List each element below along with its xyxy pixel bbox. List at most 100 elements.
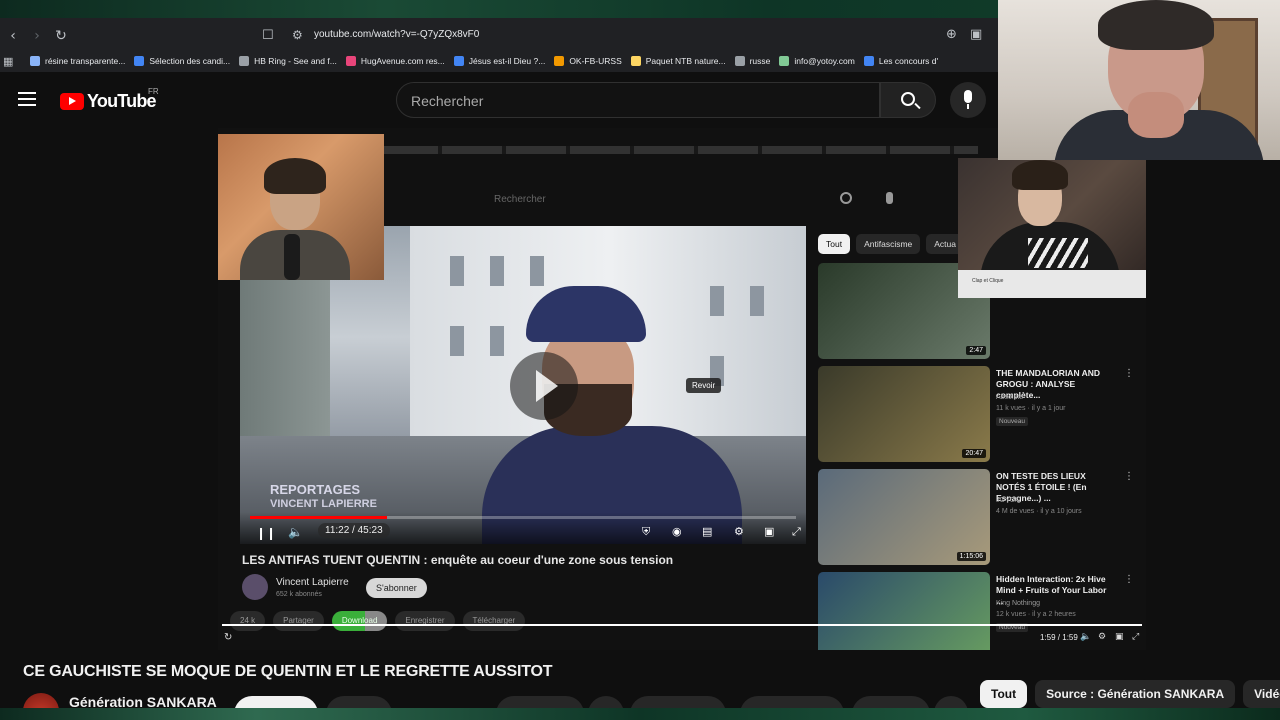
volume-icon-outer[interactable]: 🔈	[1080, 632, 1091, 642]
bookmark-favicon-icon	[30, 56, 40, 66]
screen: ‹ › ↻ ☐ ⚙ youtube.com/watch?v=-Q7yZQx8vF…	[0, 0, 1280, 720]
miniplayer-icon[interactable]: ▣	[764, 525, 774, 538]
country-code: FR	[148, 87, 159, 96]
inner-chip-bar: Tout Antifascisme Actua	[818, 234, 970, 254]
recommendation-thumbnail: 1:15:06	[818, 469, 990, 565]
bookmark-item[interactable]: HugAvenue.com res...	[345, 56, 445, 66]
youtube-logo[interactable]: YouTube	[60, 91, 157, 112]
bookmark-item[interactable]: résine transparente...	[30, 56, 125, 66]
inner-channel-name: Vincent Lapierre	[276, 577, 349, 588]
volume-icon[interactable]: 🔈	[288, 525, 303, 539]
video-frame: Rechercher Revoir REPORTAGES VINCENT LAP…	[218, 128, 1146, 650]
settings-icon[interactable]: ⚙	[734, 525, 744, 538]
inner-timecode: 11:22 / 45:23	[318, 523, 390, 538]
video-player[interactable]: Rechercher Revoir REPORTAGES VINCENT LAP…	[218, 128, 1146, 650]
play-icon[interactable]	[510, 352, 578, 420]
bookmark-item[interactable]: Sélection des candi...	[134, 56, 230, 66]
replay-icon[interactable]: ↻	[224, 632, 232, 643]
replay-tooltip: Revoir	[686, 378, 722, 393]
outer-progress-bar[interactable]	[222, 624, 1142, 626]
menu-icon[interactable]	[18, 92, 36, 106]
bookmark-label: Sélection des candi...	[149, 56, 231, 66]
recommendation-meta: 12 k vues · il y a 2 heures	[996, 611, 1076, 618]
chip-video[interactable]: Vidéo	[1243, 680, 1280, 708]
reportages-label: REPORTAGES	[270, 482, 361, 497]
chip-all[interactable]: Tout	[980, 680, 1028, 708]
bookmark-item[interactable]: Les concours d'	[863, 56, 939, 66]
bookmark-favicon-icon	[134, 56, 145, 66]
zoom-icon[interactable]: ⊕	[946, 27, 957, 42]
more-vert-icon: ⋮	[1124, 368, 1134, 379]
shield-icon[interactable]: ⛨	[642, 525, 650, 539]
back-icon[interactable]: ‹	[2, 25, 24, 47]
inner-subscribe-button: S'abonner	[366, 578, 427, 598]
recommendation-duration: 1:15:06	[956, 552, 986, 561]
forward-icon[interactable]: ›	[26, 25, 48, 47]
bookmark-favicon-icon	[239, 56, 250, 66]
bookmark-label: HB Ring - See and f...	[254, 56, 337, 66]
settings-icon-outer[interactable]: ⚙	[1098, 632, 1106, 642]
inner-video-title: LES ANTIFAS TUENT QUENTIN : enquête au c…	[242, 553, 674, 567]
recommendation-duration: 2:47	[966, 346, 986, 355]
mic-icon	[964, 90, 972, 103]
inner-progress-bar[interactable]	[250, 516, 796, 519]
bookmarks-bar: ▦ résine transparente... Sélection des ca…	[0, 50, 1000, 72]
inner-webcam-right: Clap et Clique	[958, 158, 1146, 298]
bookmark-icon[interactable]: ☐	[262, 28, 278, 44]
search-button[interactable]	[880, 82, 936, 118]
bookmark-favicon-icon	[554, 56, 565, 66]
inner-search-placeholder: Rechercher	[494, 194, 546, 205]
site-settings-icon[interactable]: ⚙	[292, 28, 303, 42]
inner-chip-antifascisme: Antifascisme	[856, 234, 921, 254]
url-field[interactable]: youtube.com/watch?v=-Q7yZQx8vF0	[314, 29, 479, 40]
inner-controls: ❙❙ 🔈 11:22 / 45:23 ⛨ ◉ ▤ ⚙ ▣ ⤢	[240, 512, 806, 544]
streamer-webcam	[998, 0, 1280, 160]
cast-icon[interactable]: ▣	[970, 27, 982, 42]
search-input[interactable]: Rechercher	[396, 82, 880, 118]
bookmark-item[interactable]: Paquet NTB nature...	[630, 56, 726, 66]
reload-icon[interactable]: ↻	[50, 25, 72, 47]
logo-text: YouTube	[87, 91, 157, 111]
address-bar: ‹ › ↻ ☐ ⚙ youtube.com/watch?v=-Q7yZQx8vF…	[0, 22, 1000, 50]
apps-icon[interactable]: ▦	[3, 55, 21, 68]
miniplayer-icon-outer[interactable]: ▣	[1115, 632, 1124, 642]
bookmark-label: OK-FB-URSS	[569, 56, 622, 66]
recommendation-channel: JOYCA	[996, 497, 1020, 504]
fullscreen-icon-outer[interactable]: ⤢	[1132, 632, 1139, 642]
chip-source[interactable]: Source : Génération SANKARA	[1035, 680, 1236, 708]
bookmark-favicon-icon	[734, 56, 745, 66]
bookmark-label: Paquet NTB nature...	[645, 56, 726, 66]
recommendation-item: 20:47 THE MANDALORIAN AND GROGU : ANALYSE…	[818, 366, 1134, 462]
bookmark-label: résine transparente...	[45, 56, 126, 66]
bookmark-favicon-icon	[453, 56, 464, 66]
more-vert-icon: ⋮	[1124, 471, 1134, 482]
new-badge: Nouveau	[996, 417, 1029, 426]
bookmark-label: info@yotoy.com	[794, 56, 855, 66]
bookmark-favicon-icon	[863, 56, 874, 66]
subtitles-icon[interactable]: ▤	[702, 525, 712, 538]
fullscreen-icon[interactable]: ⤢	[792, 525, 801, 539]
bookmark-item[interactable]: info@yotoy.com	[779, 56, 855, 66]
more-vert-icon: ⋮	[1124, 574, 1134, 585]
outer-timecode: 1:59 / 1:59	[1040, 633, 1078, 642]
bookmark-favicon-icon	[779, 56, 790, 66]
recommendation-item: 1:15:06 ON TESTE DES LIEUX NOTÉS 1 ÉTOILE…	[818, 469, 1134, 565]
voice-search-button[interactable]	[950, 82, 986, 118]
bookmark-item[interactable]: russe	[734, 56, 770, 66]
bookmark-label: HugAvenue.com res...	[360, 56, 445, 66]
bookmark-item[interactable]: OK-FB-URSS	[554, 56, 622, 66]
bookmark-item[interactable]: Jésus est-il Dieu ?...	[453, 56, 545, 66]
video-title: CE GAUCHISTE SE MOQUE DE QUENTIN ET LE R…	[23, 663, 553, 680]
inner-channel-avatar	[242, 574, 268, 600]
recommendation-thumbnail: 20:47	[818, 366, 990, 462]
pause-icon[interactable]: ❙❙	[256, 526, 276, 540]
bookmark-item[interactable]: HB Ring - See and f...	[239, 56, 337, 66]
bookmark-label: Les concours d'	[878, 56, 939, 66]
autoplay-toggle[interactable]: ◉	[672, 525, 682, 538]
bookmark-favicon-icon	[630, 56, 641, 66]
youtube-play-icon	[60, 93, 84, 110]
inner-mic-icon	[886, 192, 893, 204]
related-chips: Tout Source : Génération SANKARA Vidéo	[980, 680, 1280, 708]
inner-search-icon	[840, 192, 852, 204]
recommendation-meta: 11 k vues · il y a 1 jour	[996, 405, 1066, 412]
